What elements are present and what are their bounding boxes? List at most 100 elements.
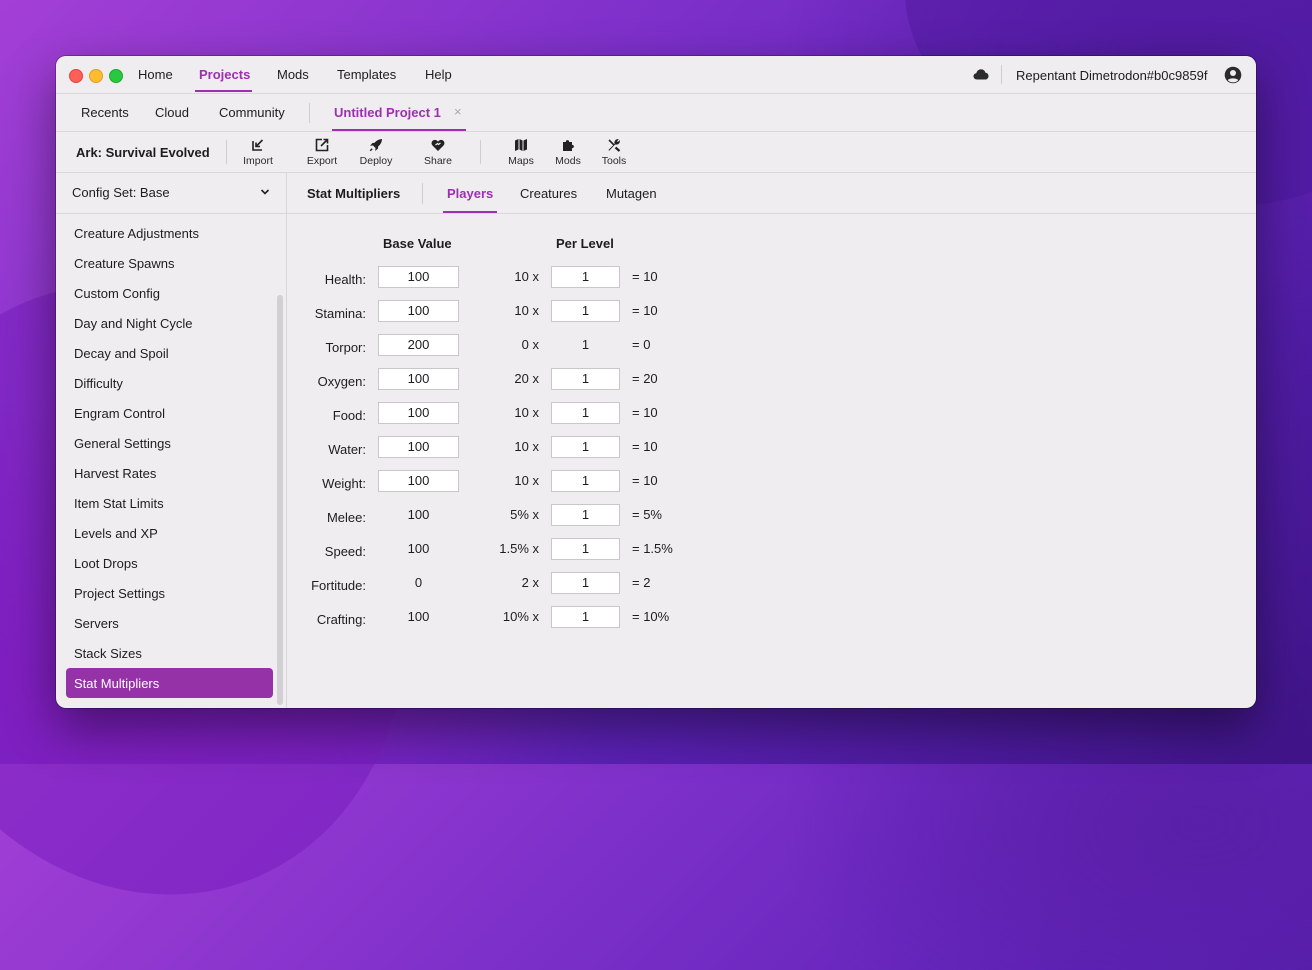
- stat-row: Health: 100 10 x 1 = 10: [287, 265, 1256, 295]
- base-value-text: 100: [407, 507, 430, 522]
- mods-label: Mods: [555, 155, 581, 167]
- per-level-amount: 10 x: [514, 439, 539, 454]
- per-level-result: = 1.5%: [632, 541, 673, 556]
- chevron-down-icon: [260, 189, 270, 195]
- nav-templates[interactable]: Templates: [337, 67, 396, 82]
- per-level-multiplier-input[interactable]: 1: [551, 504, 620, 526]
- sidebar-item-label: General Settings: [74, 436, 171, 451]
- sidebar-item-creature-adjustments[interactable]: Creature Adjustments: [66, 218, 273, 248]
- sidebar-item-label: Servers: [74, 616, 119, 631]
- sidebar-item-general-settings[interactable]: General Settings: [66, 428, 273, 458]
- sidebar-item-label: Engram Control: [74, 406, 166, 421]
- sidebar-item-loot-drops[interactable]: Loot Drops: [66, 548, 273, 578]
- sidebar-item-creature-spawns[interactable]: Creature Spawns: [66, 248, 273, 278]
- per-level-result: = 10%: [632, 609, 670, 624]
- config-set-selector[interactable]: Config Set: Base: [56, 173, 286, 214]
- per-level-multiplier-input[interactable]: 1: [551, 266, 620, 288]
- base-value-input[interactable]: 100: [378, 470, 459, 492]
- maps-label: Maps: [508, 155, 534, 167]
- per-level-multiplier-input[interactable]: 1: [551, 606, 620, 628]
- export-button[interactable]: Export: [297, 138, 347, 167]
- game-title: Ark: Survival Evolved: [76, 145, 210, 160]
- tab-untitled-project[interactable]: Untitled Project 1: [334, 105, 441, 120]
- base-value-input[interactable]: 100: [378, 266, 459, 288]
- base-value-input[interactable]: 100: [378, 436, 459, 458]
- per-level-multiplier-input[interactable]: 1: [551, 368, 620, 390]
- sidebar-item-project-settings[interactable]: Project Settings: [66, 578, 273, 608]
- sidebar-item-decay-and-spoil[interactable]: Decay and Spoil: [66, 338, 273, 368]
- sidebar-item-custom-config[interactable]: Custom Config: [66, 278, 273, 308]
- sidebar-item-label: Day and Night Cycle: [74, 316, 193, 331]
- tools-button[interactable]: Tools: [589, 138, 639, 167]
- maps-button[interactable]: Maps: [496, 138, 546, 167]
- base-value-text: 100: [407, 609, 430, 624]
- sidebar-item-label: Item Stat Limits: [74, 496, 164, 511]
- close-tab-button[interactable]: ×: [454, 104, 462, 119]
- per-level-multiplier-input[interactable]: 1: [551, 470, 620, 492]
- stat-label: Stamina:: [314, 306, 366, 321]
- tab-recents[interactable]: Recents: [81, 105, 129, 120]
- sidebar-item-label: Creature Spawns: [74, 256, 175, 271]
- close-window-button[interactable]: [69, 69, 83, 83]
- cloud-icon[interactable]: [973, 68, 989, 80]
- sidebar-item-label: Levels and XP: [74, 526, 158, 541]
- per-level-multiplier-input[interactable]: 1: [551, 436, 620, 458]
- deploy-label: Deploy: [359, 155, 393, 167]
- tab-mutagen[interactable]: Mutagen: [606, 186, 657, 201]
- base-value-input[interactable]: 100: [378, 402, 459, 424]
- stat-row: Weight: 100 10 x 1 = 10: [287, 469, 1256, 499]
- per-level-multiplier-input[interactable]: 1: [551, 300, 620, 322]
- sidebar-item-stack-sizes[interactable]: Stack Sizes: [66, 638, 273, 668]
- sidebar-item-item-stat-limits[interactable]: Item Stat Limits: [66, 488, 273, 518]
- sidebar-item-servers[interactable]: Servers: [66, 608, 273, 638]
- divider: [422, 183, 423, 204]
- per-level-multiplier-input[interactable]: 1: [551, 402, 620, 424]
- sidebar-item-stat-multipliers[interactable]: Stat Multipliers: [66, 668, 273, 698]
- per-level-result: = 0: [632, 337, 651, 352]
- stat-row: Crafting: 100 10% x 1 = 10%: [287, 605, 1256, 635]
- sidebar-item-levels-and-xp[interactable]: Levels and XP: [66, 518, 273, 548]
- import-button[interactable]: Import: [233, 138, 283, 167]
- per-level-multiplier-input[interactable]: 1: [551, 572, 620, 594]
- sidebar-item-label: Creature Adjustments: [74, 226, 200, 241]
- stat-label: Speed:: [324, 544, 366, 559]
- tab-community[interactable]: Community: [219, 105, 285, 120]
- base-value-input[interactable]: 100: [378, 368, 459, 390]
- wrench-screwdriver-icon: [608, 139, 621, 152]
- tab-cloud[interactable]: Cloud: [155, 105, 189, 120]
- sidebar-item-difficulty[interactable]: Difficulty: [66, 368, 273, 398]
- nav-help[interactable]: Help: [425, 67, 452, 82]
- deploy-button[interactable]: Deploy: [351, 138, 401, 167]
- import-label: Import: [243, 155, 273, 167]
- share-label: Share: [423, 155, 453, 167]
- nav-projects[interactable]: Projects: [199, 67, 250, 82]
- minimize-window-button[interactable]: [89, 69, 103, 83]
- base-value-text: 0: [414, 575, 423, 590]
- heart-share-icon: [431, 139, 445, 151]
- per-level-amount: 10 x: [514, 269, 539, 284]
- tab-creatures[interactable]: Creatures: [520, 186, 577, 201]
- app-window: Home Projects Mods Templates Help Repent…: [56, 56, 1256, 708]
- base-value-input[interactable]: 200: [378, 334, 459, 356]
- nav-mods[interactable]: Mods: [277, 67, 309, 82]
- sidebar-scrollbar[interactable]: [277, 295, 283, 705]
- sidebar-item-day-and-night-cycle[interactable]: Day and Night Cycle: [66, 308, 273, 338]
- user-name[interactable]: Repentant Dimetrodon#b0c9859f: [1016, 68, 1208, 83]
- share-button[interactable]: Share: [413, 138, 463, 167]
- base-value-input[interactable]: 100: [378, 300, 459, 322]
- nav-home[interactable]: Home: [138, 67, 173, 82]
- page-title: Stat Multipliers: [307, 186, 401, 201]
- tab-players[interactable]: Players: [447, 186, 493, 201]
- sidebar-item-label: Difficulty: [74, 376, 123, 391]
- mods-button[interactable]: Mods: [543, 138, 593, 167]
- sidebar-item-harvest-rates[interactable]: Harvest Rates: [66, 458, 273, 488]
- import-icon: [252, 139, 264, 151]
- user-account-icon[interactable]: [1224, 66, 1242, 84]
- per-level-multiplier-input[interactable]: 1: [551, 538, 620, 560]
- sidebar-item-engram-control[interactable]: Engram Control: [66, 398, 273, 428]
- rocket-icon: [369, 139, 382, 152]
- base-value-header: Base Value: [383, 236, 452, 251]
- per-level-result: = 10: [632, 473, 658, 488]
- maximize-window-button[interactable]: [109, 69, 123, 83]
- divider: [226, 140, 227, 164]
